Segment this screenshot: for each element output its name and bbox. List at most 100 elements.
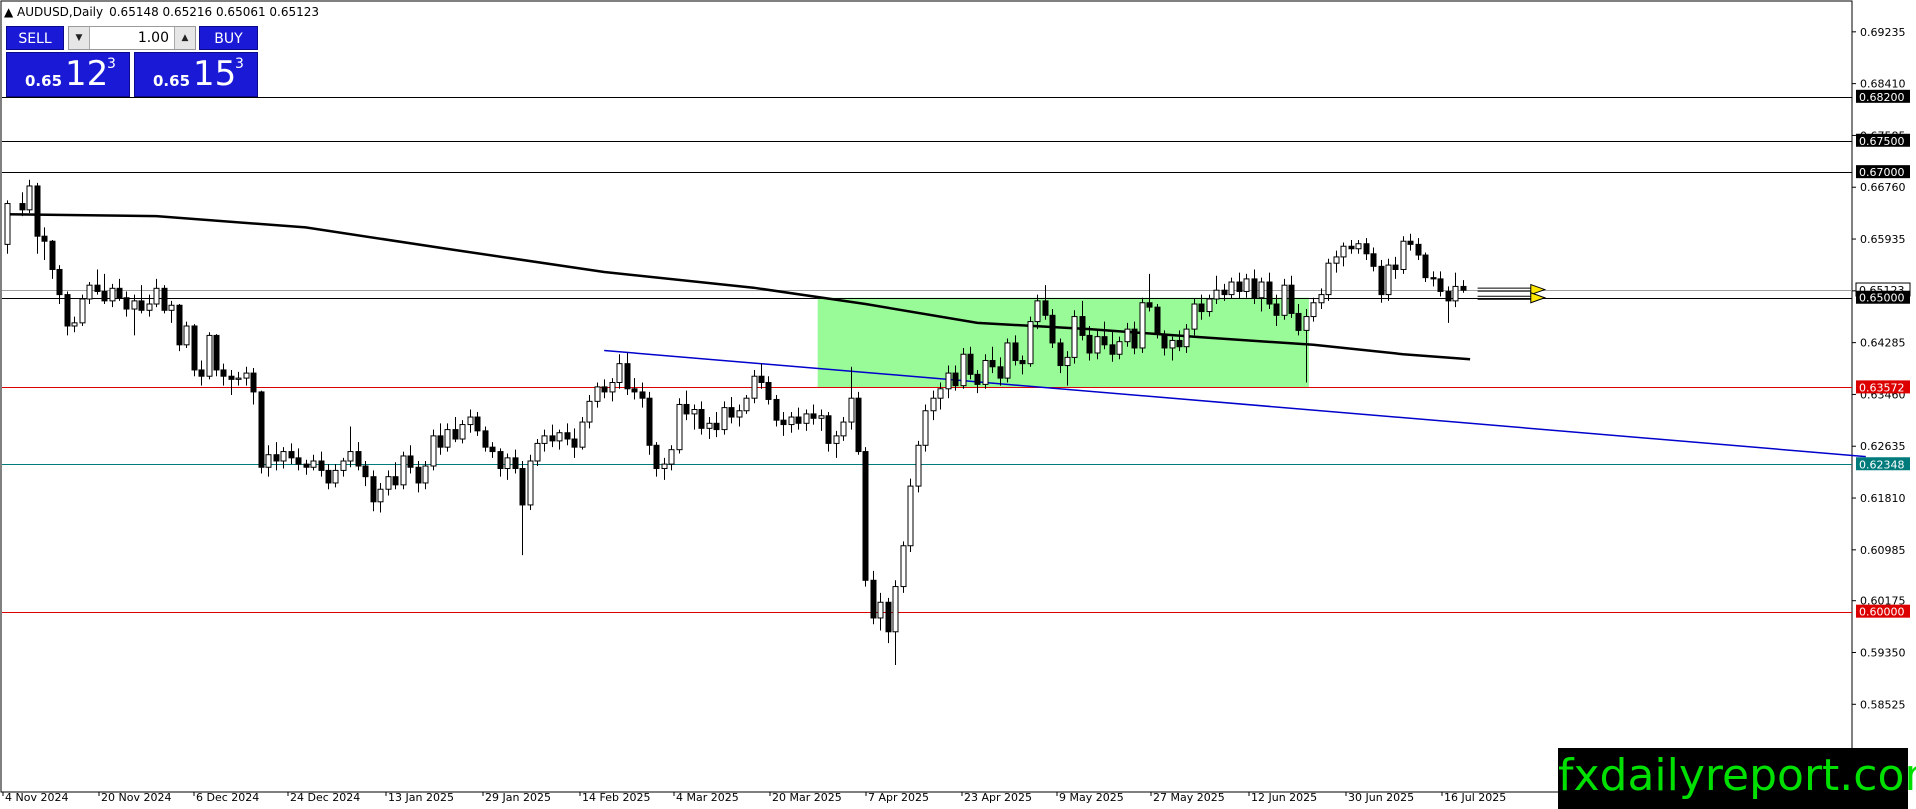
level-price-tag: 0.62348 xyxy=(1856,457,1910,471)
sell-button[interactable]: SELL xyxy=(6,26,64,50)
x-tick-label: 9 May 2025 xyxy=(1059,791,1124,804)
candle-body xyxy=(79,298,86,324)
candle-body xyxy=(1191,303,1198,330)
x-tick-label: 12 Jun 2025 xyxy=(1251,791,1317,804)
candle-body xyxy=(564,432,571,440)
candle-body xyxy=(213,334,220,371)
candle-body xyxy=(288,451,295,459)
candle-body xyxy=(1071,316,1078,358)
candle-body xyxy=(303,463,310,468)
candle-body xyxy=(1183,328,1190,348)
candle-body xyxy=(153,287,160,305)
level-price-tag: 0.67000 xyxy=(1856,165,1910,179)
candle-body xyxy=(1281,284,1288,316)
candle-body xyxy=(71,322,78,327)
level-price-label: 0.62348 xyxy=(1859,458,1905,471)
candle-body xyxy=(1198,303,1205,313)
candle-body xyxy=(243,372,250,379)
candle-body xyxy=(41,235,48,242)
candle-body xyxy=(467,416,474,426)
candle-body xyxy=(310,460,317,468)
candle-body xyxy=(1228,281,1235,296)
candle-body xyxy=(706,422,713,429)
candle-body xyxy=(1310,302,1317,318)
candle xyxy=(1385,258,1392,301)
candle-body xyxy=(123,297,130,310)
candle-body xyxy=(900,545,907,588)
candle-body xyxy=(504,457,511,470)
lot-decrease-icon[interactable]: ▼ xyxy=(69,27,90,49)
candle-body xyxy=(937,388,944,399)
level-price-label: 0.65000 xyxy=(1859,292,1905,305)
candle-body xyxy=(56,268,63,296)
y-tick-label: 0.59350 xyxy=(1860,646,1906,659)
one-click-trading-panel: SELL ▼ ▲ BUY 0.65 12 3 0.65 15 3 xyxy=(6,26,258,97)
candle-body xyxy=(646,397,653,446)
candle-body xyxy=(452,429,459,440)
candle-body xyxy=(220,369,227,377)
candle-body xyxy=(765,382,772,400)
candle xyxy=(1027,316,1034,367)
candle-body xyxy=(945,372,952,390)
buy-button[interactable]: BUY xyxy=(199,26,258,50)
candle-body xyxy=(639,391,646,399)
buy-price-quote[interactable]: 0.65 15 3 xyxy=(134,52,258,97)
candle-body xyxy=(915,444,922,487)
candle-body xyxy=(1079,316,1086,336)
symbol-header: ▲ AUDUSD,Daily 0.65148 0.65216 0.65061 0.… xyxy=(4,5,319,19)
candle-body xyxy=(1430,277,1437,280)
x-tick-label: 29 Jan 2025 xyxy=(485,791,551,804)
level-price-tag: 0.68200 xyxy=(1856,89,1910,104)
candle-body xyxy=(407,455,414,468)
candle-body xyxy=(870,579,877,619)
candle-body xyxy=(661,463,668,470)
candle-body xyxy=(176,304,183,346)
candle xyxy=(191,324,198,377)
candle-body xyxy=(1355,243,1362,250)
price-chart[interactable]: 0.692350.684100.675850.667600.659350.651… xyxy=(0,0,1916,809)
lot-size-input[interactable] xyxy=(91,27,173,49)
y-tick-label: 0.65935 xyxy=(1860,233,1906,246)
candle-body xyxy=(601,386,608,393)
y-tick-label: 0.58525 xyxy=(1860,698,1906,711)
candle-body xyxy=(833,435,840,444)
candle xyxy=(862,447,869,587)
candle-body xyxy=(1042,300,1049,316)
candle xyxy=(258,390,265,474)
candle-body xyxy=(780,419,787,426)
collapse-triangle-icon[interactable]: ▲ xyxy=(4,5,17,19)
candle xyxy=(1281,278,1288,320)
y-tick-label: 0.64285 xyxy=(1860,337,1906,350)
candle-body xyxy=(549,435,556,442)
candle-body xyxy=(1154,306,1161,335)
level-price-tag: 0.67500 xyxy=(1856,133,1910,148)
candle-body xyxy=(318,460,325,471)
candle-body xyxy=(1452,285,1459,302)
buy-price-prefix: 0.65 xyxy=(153,72,191,90)
candle-body xyxy=(930,397,937,412)
level-price-label: 0.67000 xyxy=(1859,166,1905,179)
candle xyxy=(1049,309,1056,348)
x-tick-label: 14 Feb 2025 xyxy=(582,791,650,804)
y-tick-label: 0.66760 xyxy=(1860,181,1906,194)
candle-body xyxy=(385,476,392,490)
y-tick-label: 0.60985 xyxy=(1860,544,1906,557)
candle-body xyxy=(183,325,190,346)
candle-body xyxy=(1400,240,1407,270)
candle-body xyxy=(1407,240,1414,245)
candle-body xyxy=(803,413,810,424)
x-tick-label: 13 Jan 2025 xyxy=(388,791,454,804)
candle-body xyxy=(922,410,929,446)
sell-price-quote[interactable]: 0.65 12 3 xyxy=(6,52,130,97)
x-tick-label: 20 Nov 2024 xyxy=(101,791,171,804)
sell-price-prefix: 0.65 xyxy=(25,72,63,90)
candle-body xyxy=(94,284,101,292)
candle-body xyxy=(1370,253,1377,267)
candle-body xyxy=(519,468,526,506)
candle-body xyxy=(422,465,429,484)
candle-body xyxy=(131,300,138,310)
x-tick-label: 27 May 2025 xyxy=(1153,791,1225,804)
candle xyxy=(855,391,862,455)
lot-increase-icon[interactable]: ▲ xyxy=(174,27,195,49)
candle-body xyxy=(1392,264,1399,270)
